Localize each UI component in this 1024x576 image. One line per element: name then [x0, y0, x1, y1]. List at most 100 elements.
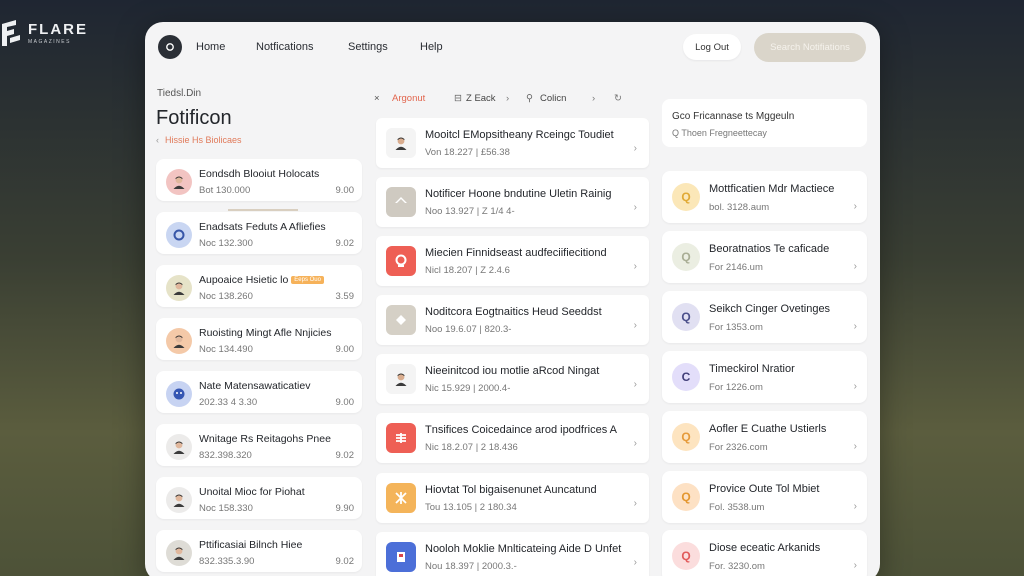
list-item[interactable]: Miecien Finnidseast audfeciifiecitiond Ni… — [376, 236, 649, 286]
list-item[interactable]: Q Diose eceatic Arkanids For. 3230.om › — [662, 530, 867, 576]
nav-settings[interactable]: Settings — [348, 41, 420, 53]
notification-icon: Q — [672, 423, 700, 451]
avatar — [166, 275, 192, 301]
list-item[interactable]: Noditcora Eogtnaitics Heud Seeddst Noo 19… — [376, 295, 649, 345]
list-item-subtitle: Noc 158.330 — [199, 503, 253, 514]
notification-icon: Q — [672, 243, 700, 271]
chevron-right-icon: › — [853, 201, 857, 212]
summary-subtitle: Q Thoen Fregneettecay — [672, 128, 767, 138]
list-item-title: Unoital Mioc for Piohat — [199, 486, 305, 498]
list-item-value: 9.02 — [335, 556, 355, 567]
sparkle-icon — [386, 483, 416, 513]
logout-button[interactable]: Log Out — [683, 34, 741, 60]
back-link[interactable]: ‹ Hissie Hs Biolicaes — [156, 135, 363, 145]
list-item-title: Ruoisting Mingt Afle Nnjicies — [199, 327, 332, 339]
list-item-subtitle: Noc 138.260 — [199, 291, 253, 302]
list-item[interactable]: Q Aofler E Cuathe Ustierls For 2326.com › — [662, 411, 867, 463]
ring-icon — [386, 246, 416, 276]
right-summary-card: Gco Fricannase ts Mggeuln Q Thoen Fregne… — [662, 99, 867, 147]
list-item-subtitle: Nic 15.929 | 2000.4- — [425, 383, 511, 394]
filter-bar: × Argonut ⊟ Z Eack › ⚲ Colicn › ↻ — [374, 93, 622, 104]
document-icon — [386, 542, 416, 572]
brand-name: FLARE — [28, 20, 88, 38]
list-item[interactable]: Q Provice Oute Tol Mbiet Fol. 3538.um › — [662, 471, 867, 523]
list-item-title: Aupoaice Hsietic lo Eeps Ouo — [199, 274, 324, 286]
summary-title: Gco Fricannase ts Mggeuln — [672, 111, 795, 122]
chevron-right-icon: › — [853, 501, 857, 512]
main-nav: Home Notfications Settings Help — [196, 41, 443, 53]
search-notifications-button[interactable]: Search Notifiations — [754, 33, 866, 62]
filter-back[interactable]: Z Eack — [466, 93, 506, 104]
list-item[interactable]: C Timeckirol Nratior For 1226.om › — [662, 351, 867, 403]
list-item-subtitle: Nou 18.397 | 2000.3.- — [425, 561, 517, 572]
list-item[interactable]: Unoital Mioc for Piohat Noc 158.330 9.90 — [156, 477, 362, 519]
avatar — [166, 487, 192, 513]
list-item-title: Nate Matensawaticatiev — [199, 380, 311, 392]
list-item[interactable]: Mooitcl EMopsitheany Rceingc Toudiet Von … — [376, 118, 649, 168]
close-icon[interactable]: × — [374, 93, 392, 104]
list-item[interactable]: Notificer Hoone bndutine Uletin Rainig No… — [376, 177, 649, 227]
list-item-value: 9.90 — [335, 503, 355, 514]
list-item-title: Aofler E Cuathe Ustierls — [709, 423, 827, 435]
filter-argonut[interactable]: Argonut — [392, 93, 454, 104]
list-item-title: Noditcora Eogtnaitics Heud Seeddst — [425, 306, 602, 318]
list-item-title: Miecien Finnidseast audfeciifiecitiond — [425, 247, 607, 259]
list-item[interactable]: Pttificasiai Bilnch Hiee 832.335.3.90 9.02 — [156, 530, 362, 572]
page-title: Fotificon — [156, 107, 232, 129]
chevron-right-icon: › — [633, 143, 637, 154]
nav-home[interactable]: Home — [196, 41, 256, 53]
list-item-subtitle: For 1353.om — [709, 322, 763, 333]
list-item[interactable]: Eondsdh Blooiut Holocats Bot 130.000 9.00 — [156, 159, 362, 201]
list-item[interactable]: Q Beoratnatios Te caficade For 2146.um › — [662, 231, 867, 283]
chevron-left-icon: ‹ — [156, 135, 159, 145]
list-item[interactable]: Q Mottficatien Mdr Mactiece bol. 3128.aum › — [662, 171, 867, 223]
notification-icon: C — [672, 363, 700, 391]
chevron-right-icon: › — [633, 320, 637, 331]
nav-notifications[interactable]: Notfications — [256, 41, 348, 53]
avatar — [166, 540, 192, 566]
list-item[interactable]: Hiovtat Tol bigaisenunet Auncatund Tou 13… — [376, 473, 649, 523]
list-item-subtitle: For 1226.om — [709, 382, 763, 393]
list-item-title: Wnitage Rs Reitagohs Pnee — [199, 433, 331, 445]
list-item[interactable]: Enadsats Feduts A Afliefies Noc 132.300 9.… — [156, 212, 362, 254]
search-icon: ⚲ — [526, 93, 533, 104]
list-item[interactable]: Aupoaice Hsietic lo Eeps Ouo Noc 138.260 3.… — [156, 265, 362, 307]
app-window: Home Notfications Settings Help Log Out … — [145, 22, 880, 576]
brand-logo: FLARE MAGAZINES — [0, 18, 88, 48]
home-icon — [386, 187, 416, 217]
list-item-subtitle: Nic 18.2.07 | 2 18.436 — [425, 442, 518, 453]
list-item-value: 9.00 — [335, 344, 355, 355]
notification-icon: Q — [672, 483, 700, 511]
notification-icon: Q — [672, 542, 700, 570]
list-item[interactable]: Q Seikch Cinger Ovetinges For 1353.om › — [662, 291, 867, 343]
list-item-title: Tnsifices Coicedaince arod ipodfrices A — [425, 424, 617, 436]
refresh-icon[interactable]: ↻ — [614, 93, 622, 104]
list-item-title: Provice Oute Tol Mbiet — [709, 483, 820, 495]
filter-colicn[interactable]: Colicn — [540, 93, 592, 104]
list-item[interactable]: Nate Matensawaticatiev 202.33 4 3.30 9.00 — [156, 371, 362, 413]
avatar — [166, 169, 192, 195]
tag-icon: ⊟ — [454, 93, 462, 104]
list-item-subtitle: 832.335.3.90 — [199, 556, 255, 567]
chevron-right-icon: › — [853, 261, 857, 272]
breadcrumb: Tiedsl.Din — [157, 88, 202, 99]
list-item[interactable]: Ruoisting Mingt Afle Nnjicies Noc 134.490… — [156, 318, 362, 360]
list-item-subtitle: 832.398.320 — [199, 450, 252, 461]
nav-help[interactable]: Help — [420, 41, 443, 53]
list-item-subtitle: For 2326.com — [709, 442, 768, 453]
list-item[interactable]: Tnsifices Coicedaince arod ipodfrices A N… — [376, 413, 649, 463]
list-item[interactable]: Nieeinitcod iou motlie aRcod Ningat Nic 1… — [376, 354, 649, 404]
list-item[interactable]: Wnitage Rs Reitagohs Pnee 832.398.320 9.02 — [156, 424, 362, 466]
list-item[interactable]: Nooloh Moklie Mnlticateing Aide D Unfet N… — [376, 532, 649, 576]
list-item-title: Enadsats Feduts A Afliefies — [199, 221, 326, 233]
list-item-subtitle: For. 3230.om — [709, 561, 765, 572]
list-item-subtitle: Von 18.227 | £56.38 — [425, 147, 510, 158]
list-item-title: Timeckirol Nratior — [709, 363, 795, 375]
chevron-right-icon: › — [633, 557, 637, 568]
notification-icon: Q — [672, 303, 700, 331]
avatar — [386, 364, 416, 394]
flare-logo-icon — [0, 18, 26, 48]
list-item-title: Seikch Cinger Ovetinges — [709, 303, 831, 315]
chevron-right-icon: › — [633, 202, 637, 213]
app-menu-icon[interactable] — [158, 35, 182, 59]
